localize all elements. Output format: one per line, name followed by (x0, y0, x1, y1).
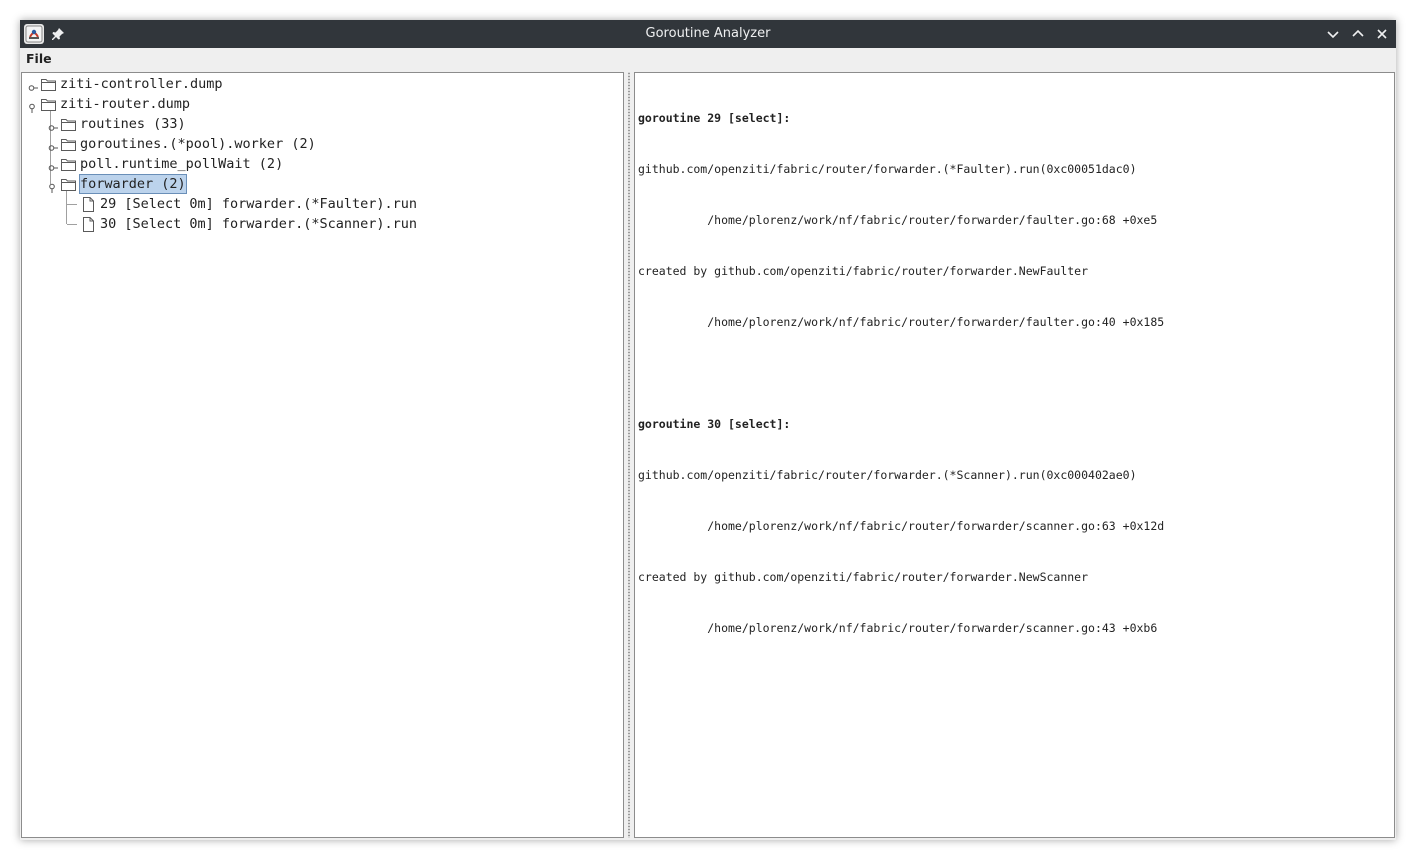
tree-node-label[interactable]: 29 [Select 0m] forwarder.(*Faulter).run (99, 194, 418, 214)
folder-icon (60, 116, 77, 132)
folder-icon (60, 176, 77, 192)
folder-icon (60, 156, 77, 172)
window-title: Goroutine Analyzer (645, 26, 771, 41)
app-window: Goroutine Analyzer File ziti-controller.… (20, 20, 1396, 840)
tree-node-label[interactable]: forwarder (2) (79, 174, 187, 194)
file-icon (80, 216, 97, 232)
stack-line: /home/plorenz/work/nf/fabric/router/forw… (638, 315, 1165, 329)
expand-handle-closed-icon[interactable] (48, 139, 58, 151)
folder-icon (60, 136, 77, 152)
tree-node-label[interactable]: ziti-controller.dump (59, 74, 224, 94)
tree-node-label[interactable]: routines (33) (79, 114, 187, 134)
tree-node-label[interactable]: goroutines.(*pool).worker (2) (79, 134, 317, 154)
details-panel[interactable]: goroutine 29 [select]: github.com/openzi… (634, 72, 1395, 838)
tree-guide-line (67, 204, 77, 205)
stack-line: github.com/openziti/fabric/router/forwar… (638, 468, 1137, 482)
stack-line: created by github.com/openziti/fabric/ro… (638, 264, 1089, 278)
tree-folder-node[interactable]: poll.runtime_pollWait (2) (22, 154, 622, 174)
java-app-icon[interactable] (24, 24, 44, 44)
goroutine-header: goroutine 29 [select]: (638, 111, 791, 125)
goroutine-details[interactable]: goroutine 29 [select]: github.com/openzi… (638, 76, 1164, 671)
split-divider[interactable] (625, 72, 633, 838)
expand-handle-closed-icon[interactable] (48, 159, 58, 171)
tree-folder-node[interactable]: forwarder (2) (22, 174, 622, 194)
expand-handle-closed-icon[interactable] (28, 79, 38, 91)
tree-goroutine-node[interactable]: 29 [Select 0m] forwarder.(*Faulter).run (22, 194, 622, 214)
stack-line: created by github.com/openziti/fabric/ro… (638, 570, 1089, 584)
menu-bar: File (20, 48, 1396, 70)
minimize-button[interactable] (1325, 26, 1341, 42)
tree-folder-node[interactable]: ziti-controller.dump (22, 74, 622, 94)
goroutine-header: goroutine 30 [select]: (638, 417, 791, 431)
folder-icon (40, 96, 57, 112)
dump-tree[interactable]: ziti-controller.dump ziti-router.dump rout… (22, 73, 623, 837)
expand-handle-open-icon[interactable] (47, 179, 57, 193)
stack-line: github.com/openziti/fabric/router/forwar… (638, 162, 1137, 176)
close-button[interactable] (1374, 26, 1390, 42)
chevron-up-icon (1352, 29, 1364, 37)
close-icon (1377, 29, 1387, 39)
folder-icon (40, 76, 57, 92)
tree-folder-node[interactable]: ziti-router.dump (22, 94, 622, 114)
stack-line: /home/plorenz/work/nf/fabric/router/forw… (638, 213, 1158, 227)
tree-folder-node[interactable]: routines (33) (22, 114, 622, 134)
tree-goroutine-node[interactable]: 30 [Select 0m] forwarder.(*Scanner).run (22, 214, 622, 234)
tree-panel[interactable]: ziti-controller.dump ziti-router.dump rout… (21, 72, 624, 838)
pin-icon[interactable] (50, 26, 66, 42)
tree-folder-node[interactable]: goroutines.(*pool).worker (2) (22, 134, 622, 154)
tree-node-label[interactable]: poll.runtime_pollWait (2) (79, 154, 284, 174)
maximize-button[interactable] (1350, 26, 1366, 42)
expand-handle-open-icon[interactable] (27, 99, 37, 113)
expand-handle-closed-icon[interactable] (48, 119, 58, 131)
tree-node-label[interactable]: ziti-router.dump (59, 94, 191, 114)
chevron-down-icon (1327, 31, 1339, 39)
divider-grip[interactable] (628, 72, 630, 838)
tree-guide-line (67, 224, 77, 225)
title-bar[interactable]: Goroutine Analyzer (20, 20, 1396, 48)
stack-line: /home/plorenz/work/nf/fabric/router/forw… (638, 519, 1165, 533)
tree-node-label[interactable]: 30 [Select 0m] forwarder.(*Scanner).run (99, 214, 418, 234)
file-icon (80, 196, 97, 212)
menu-file[interactable]: File (26, 48, 52, 70)
stack-line: /home/plorenz/work/nf/fabric/router/forw… (638, 621, 1158, 635)
